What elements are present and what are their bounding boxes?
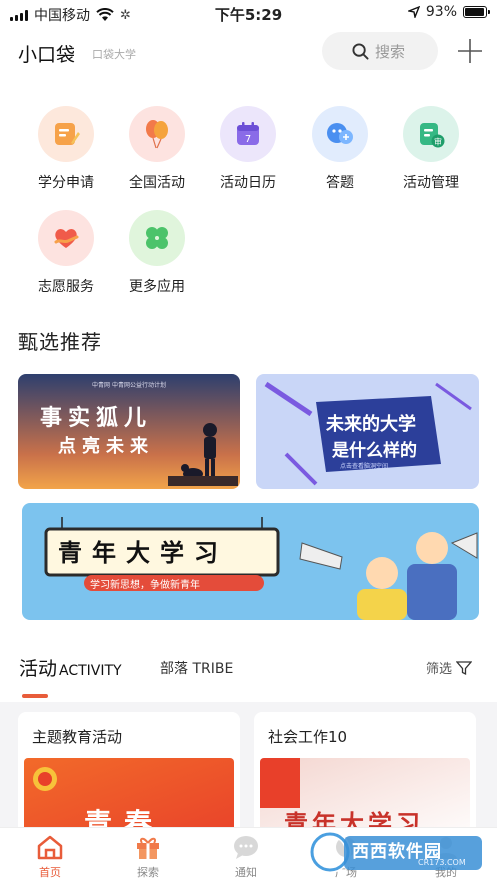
calendar-icon: 7 bbox=[220, 106, 276, 162]
grid-item-activity-manage[interactable]: 审 活动管理 bbox=[385, 106, 477, 192]
clover-more-icon bbox=[129, 210, 185, 266]
status-bar: 中国移动 ✲ 下午5:29 93% bbox=[0, 0, 497, 26]
banner-caption: 点击查看脑洞空间 bbox=[340, 463, 389, 470]
banner-top-text: 中青网 中青网公益行动计划 bbox=[92, 382, 166, 389]
banner-headline: 青年大学习 bbox=[58, 539, 228, 567]
app-subtitle: 口袋大学 bbox=[92, 48, 136, 61]
battery-percent: 93% bbox=[425, 4, 457, 20]
activity-tabs: 活动 ACTIVITY 部落 TRIBE 筛选 bbox=[0, 650, 497, 700]
card-image-flag bbox=[260, 758, 300, 808]
location-arrow-icon bbox=[407, 6, 420, 18]
banner-headline: 未来的大学 bbox=[326, 414, 416, 435]
nav-label: 通知 bbox=[235, 866, 257, 879]
search-box[interactable]: 搜索 bbox=[322, 32, 438, 70]
filter-label: 筛选 bbox=[426, 662, 453, 677]
header: 小口袋 口袋大学 搜索 bbox=[0, 30, 497, 74]
gift-icon bbox=[132, 832, 164, 862]
balloon-icon bbox=[129, 106, 185, 162]
home-icon bbox=[34, 832, 66, 862]
tab-activity[interactable]: 活动 ACTIVITY bbox=[19, 654, 122, 681]
manage-badge: 审 bbox=[434, 137, 442, 147]
tab-activity-en: ACTIVITY bbox=[59, 663, 122, 679]
credit-apply-icon bbox=[38, 106, 94, 162]
activity-list: 主题教育活动 青春 社会工作10 青年大学习 bbox=[0, 702, 497, 842]
activity-card-title: 主题教育活动 bbox=[32, 728, 123, 746]
add-button[interactable] bbox=[455, 36, 485, 66]
grid-label: 全国活动 bbox=[129, 175, 185, 191]
grid-label: 活动日历 bbox=[220, 175, 276, 191]
banner-future-university[interactable]: 未来的大学 是什么样的 点击查看脑洞空间 bbox=[256, 374, 479, 489]
battery-icon bbox=[463, 6, 490, 18]
banner-youth-study[interactable]: 青年大学习 学习新思想，争做新青年 bbox=[22, 503, 479, 620]
banner-subline: 是什么样的 bbox=[332, 441, 417, 461]
banner-slogan: 学习新思想，争做新青年 bbox=[90, 580, 200, 591]
grid-item-quiz[interactable]: 答题 bbox=[294, 106, 386, 192]
filter-button[interactable]: 筛选 bbox=[426, 658, 473, 677]
nav-home[interactable]: 首页 bbox=[20, 832, 80, 880]
grid-label: 志愿服务 bbox=[38, 279, 94, 295]
nav-explore[interactable]: 探索 bbox=[118, 832, 178, 880]
watermark-url: CR173.COM bbox=[418, 858, 466, 867]
grid-label: 活动管理 bbox=[403, 175, 459, 191]
nav-notify[interactable]: 通知 bbox=[216, 832, 276, 880]
boy-silhouette-icon bbox=[168, 423, 238, 486]
grid-item-more-apps[interactable]: 更多应用 bbox=[111, 210, 203, 296]
tab-activity-cn: 活动 bbox=[19, 658, 58, 680]
activity-card[interactable]: 主题教育活动 青春 bbox=[18, 712, 240, 842]
search-icon bbox=[352, 42, 369, 60]
activity-card[interactable]: 社会工作10 青年大学习 bbox=[254, 712, 476, 842]
grid-label: 答题 bbox=[326, 175, 354, 191]
banner-headline: 事实狐儿 bbox=[40, 406, 153, 431]
activity-card-title: 社会工作10 bbox=[268, 728, 348, 746]
grid-item-volunteer[interactable]: 志愿服务 bbox=[20, 210, 112, 296]
activity-manage-icon: 审 bbox=[403, 106, 459, 162]
grid-label: 学分申请 bbox=[38, 175, 94, 191]
featured-section-title: 甄选推荐 bbox=[18, 330, 102, 354]
calendar-day: 7 bbox=[245, 134, 251, 145]
banner-subline: 点亮未来 bbox=[58, 436, 154, 457]
app-title: 小口袋 bbox=[18, 44, 76, 66]
chat-bubble-icon bbox=[230, 832, 262, 862]
grid-item-activity-calendar[interactable]: 7 活动日历 bbox=[202, 106, 294, 192]
nav-label: 首页 bbox=[39, 866, 61, 879]
search-placeholder: 搜索 bbox=[375, 42, 406, 61]
nav-label: 探索 bbox=[137, 866, 159, 879]
grid-item-credit-apply[interactable]: 学分申请 bbox=[20, 106, 112, 192]
tab-tribe[interactable]: 部落 TRIBE bbox=[160, 658, 233, 678]
tab-active-indicator bbox=[22, 694, 48, 698]
filter-funnel-icon bbox=[456, 660, 473, 675]
banner-story-fox[interactable]: 中青网 中青网公益行动计划 事实狐儿 点亮未来 bbox=[18, 374, 240, 489]
site-watermark: 西西软件园 CR173.COM bbox=[306, 828, 486, 876]
volunteer-heart-icon bbox=[38, 210, 94, 266]
emblem-icon bbox=[33, 767, 57, 791]
grid-item-national-activity[interactable]: 全国活动 bbox=[111, 106, 203, 192]
quiz-chat-icon bbox=[312, 106, 368, 162]
grid-label: 更多应用 bbox=[129, 279, 185, 295]
